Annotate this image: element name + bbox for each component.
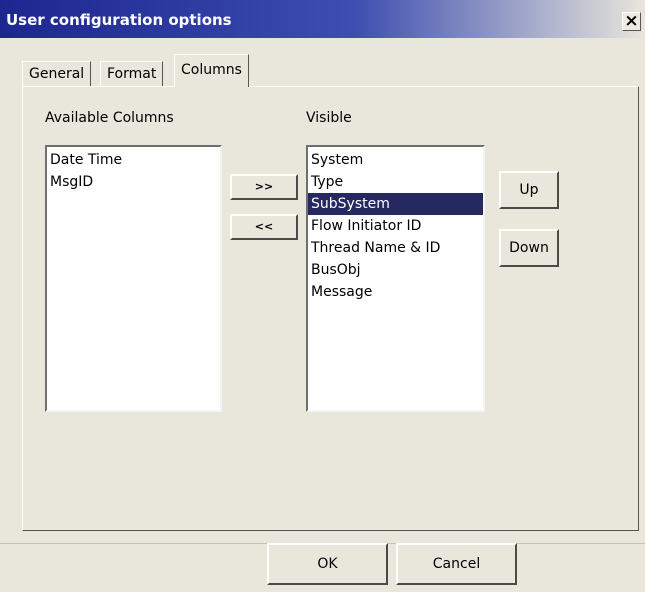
tab-format[interactable]: Format [100,61,164,86]
visible-columns-label: Visible [306,110,352,126]
tab-columns[interactable]: Columns [174,54,249,87]
window-title: User configuration options [6,11,232,29]
ok-button[interactable]: OK [267,543,388,585]
move-up-button[interactable]: Up [499,171,559,209]
list-item[interactable]: Message [308,281,483,303]
remove-column-button[interactable]: << [230,214,298,240]
list-item[interactable]: BusObj [308,259,483,281]
tab-general[interactable]: General [22,61,92,86]
tab-format-label: Format [107,66,157,82]
move-down-button[interactable]: Down [499,229,559,267]
available-columns-list[interactable]: Date Time MsgID [45,145,222,412]
close-icon: × [624,11,639,31]
title-bar[interactable]: User configuration options × [0,0,645,38]
tab-columns-label: Columns [181,62,242,78]
visible-columns-list[interactable]: System Type SubSystem Flow Initiator ID … [306,145,485,412]
list-item[interactable]: System [308,149,483,171]
list-item[interactable]: MsgID [47,171,220,193]
list-item[interactable]: Type [308,171,483,193]
available-columns-label: Available Columns [45,110,174,126]
tab-general-label: General [29,66,85,82]
add-column-button[interactable]: >> [230,174,298,200]
close-button[interactable]: × [622,12,641,31]
cancel-button[interactable]: Cancel [396,543,517,585]
list-item[interactable]: Date Time [47,149,220,171]
list-item[interactable]: Flow Initiator ID [308,215,483,237]
list-item[interactable]: Thread Name & ID [308,237,483,259]
list-item-selected[interactable]: SubSystem [308,193,483,215]
